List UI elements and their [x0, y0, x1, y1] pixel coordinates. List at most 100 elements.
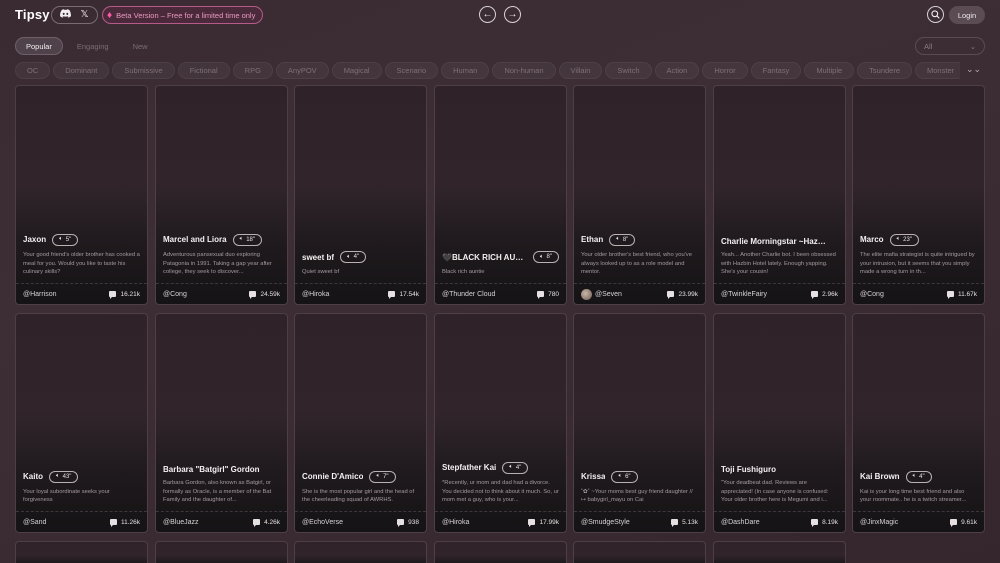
- creator[interactable]: @BlueJazz: [163, 519, 199, 526]
- card-footer: @SmudgeStyle 5.13k: [574, 511, 705, 532]
- card-footer: @TwinkleFairy 2.96k: [714, 283, 845, 304]
- category-chip[interactable]: Action: [654, 62, 700, 79]
- voice-badge[interactable]: 🔈︎ 5": [52, 233, 79, 246]
- tab-popular[interactable]: Popular: [15, 37, 63, 55]
- character-card[interactable]: 🖤BLACK RICH AUNTIE🖤 🔈︎8" Black rich aunt…: [434, 85, 567, 305]
- category-chip[interactable]: OC: [15, 62, 51, 79]
- chat-icon: [249, 291, 257, 299]
- card-description: Your good friend's older brother has coo…: [23, 251, 140, 276]
- character-card[interactable]: [15, 541, 148, 563]
- creator[interactable]: @Thunder Cloud: [442, 291, 495, 298]
- top-bar: Tipsy 𝕏 ♦ Beta Version – Free for a limi…: [0, 0, 1000, 30]
- creator[interactable]: @DashDare: [721, 519, 760, 526]
- creator[interactable]: @Sand: [23, 519, 46, 526]
- creator[interactable]: @SmudgeStyle: [581, 519, 630, 526]
- character-card[interactable]: [155, 541, 288, 563]
- voice-badge[interactable]: 🔈︎ 6": [611, 470, 638, 483]
- discord-icon[interactable]: [60, 9, 72, 21]
- x-icon[interactable]: 𝕏: [80, 10, 88, 20]
- category-chip[interactable]: Switch: [605, 62, 652, 79]
- category-chip[interactable]: Villain: [558, 62, 603, 79]
- character-card[interactable]: sweet bf 🔈︎ 4" Quiet sweet bf @Hiroka 17.…: [294, 85, 427, 305]
- category-chip[interactable]: Non-human: [492, 62, 556, 79]
- character-card[interactable]: Charlie Morningstar ~Hazbin Hotel~ Yeah.…: [713, 85, 846, 305]
- character-card[interactable]: Jaxon 🔈︎ 5" Your good friend's older brot…: [15, 85, 148, 305]
- card-footer: @DashDare 8.19k: [714, 511, 845, 532]
- character-card[interactable]: Barbara "Batgirl" Gordon Barbara Gordon,…: [155, 313, 288, 533]
- category-chip[interactable]: Dominant: [53, 62, 110, 79]
- creator[interactable]: @TwinkleFairy: [721, 291, 767, 298]
- logo[interactable]: Tipsy: [15, 7, 50, 22]
- card-title: Kai Brown: [860, 472, 900, 482]
- character-card[interactable]: Kaito 🔈︎ 43" Your loyal subordinate seeks…: [15, 313, 148, 533]
- speaker-icon: 🔈︎: [912, 473, 917, 480]
- search-icon: [931, 10, 940, 19]
- category-chip[interactable]: Scenario: [384, 62, 439, 79]
- character-card[interactable]: [713, 541, 846, 563]
- voice-badge[interactable]: 🔈︎ 18": [232, 233, 262, 246]
- beta-badge: ♦ Beta Version – Free for a limited time…: [102, 6, 264, 24]
- character-card[interactable]: Marcel and Liora 🔈︎ 18" Adventurous panse…: [155, 85, 288, 305]
- category-chip[interactable]: RPG: [232, 62, 273, 79]
- filter-select[interactable]: All ⌄: [915, 37, 985, 55]
- creator[interactable]: @Harrison: [23, 291, 57, 298]
- creator[interactable]: @Hiroka: [442, 519, 469, 526]
- card-description: Quiet sweet bf: [302, 269, 340, 276]
- card-title: 🖤BLACK RICH AUNTIE🖤: [442, 252, 527, 262]
- tab-new[interactable]: New: [123, 37, 158, 55]
- category-chip[interactable]: Fictional: [177, 62, 230, 79]
- category-chip[interactable]: Tsundere: [857, 62, 913, 79]
- voice-badge[interactable]: 🔈︎ 8": [532, 251, 559, 264]
- character-card[interactable]: Connie D'Amico 🔈︎ 7" She is the most popu…: [294, 313, 427, 533]
- card-title: Barbara "Batgirl" Gordon: [163, 464, 260, 474]
- category-chip[interactable]: Multiple: [804, 62, 855, 79]
- character-card[interactable]: Marco 🔈︎ 23" The elite mafia strategist i…: [852, 85, 985, 305]
- chat-icon: [397, 519, 405, 527]
- voice-badge[interactable]: 🔈︎ 4": [905, 470, 932, 483]
- creator[interactable]: @Cong: [860, 291, 884, 298]
- category-chip[interactable]: Human: [441, 62, 490, 79]
- search-button[interactable]: [927, 6, 944, 23]
- category-chip[interactable]: Submissive: [112, 62, 175, 79]
- tab-engaging[interactable]: Engaging: [67, 37, 119, 55]
- category-chip[interactable]: Fantasy: [750, 62, 802, 79]
- card-title: Marco: [860, 235, 884, 245]
- character-card[interactable]: Kai Brown 🔈︎ 4" Kai is your long time bes…: [852, 313, 985, 533]
- card-footer: @Seven 23.99k: [574, 283, 705, 304]
- chat-icon: [667, 291, 675, 299]
- voice-badge[interactable]: 🔈︎ 4": [340, 251, 367, 264]
- category-chip[interactable]: Monster: [915, 62, 960, 79]
- creator[interactable]: @JinxMagic: [860, 519, 898, 526]
- category-chip[interactable]: Magical: [331, 62, 382, 79]
- chat-count: 17.54k: [388, 291, 419, 299]
- voice-badge[interactable]: 🔈︎ 7": [369, 470, 396, 483]
- voice-badge[interactable]: 🔈︎ 8": [609, 233, 636, 246]
- expand-chevron-icon[interactable]: ⌄⌄: [966, 64, 981, 75]
- character-card[interactable]: [294, 541, 427, 563]
- character-card[interactable]: Ethan 🔈︎ 8" Your older brother's best fri…: [573, 85, 706, 305]
- character-card[interactable]: Toji Fushiguro "Your deadbeat dad. Revie…: [713, 313, 846, 533]
- character-card[interactable]: Krissa 🔈︎ 6" ˚✿˚ ~Your moms best guy frie…: [573, 313, 706, 533]
- avatar: [581, 288, 592, 300]
- login-button[interactable]: Login: [949, 6, 985, 24]
- voice-badge[interactable]: 🔈︎ 4": [502, 461, 529, 474]
- category-chip[interactable]: Horror: [702, 62, 748, 79]
- character-card[interactable]: Stepfather Kai 🔈︎ 4" *Recently, ur mom an…: [434, 313, 567, 533]
- speaker-icon: 🔈︎: [56, 473, 60, 480]
- prev-button[interactable]: ←: [479, 6, 496, 23]
- character-card[interactable]: [434, 541, 567, 563]
- category-chip[interactable]: AnyPOV: [275, 62, 329, 79]
- card-title: Ethan: [581, 235, 604, 245]
- creator[interactable]: @Cong: [163, 291, 187, 298]
- creator[interactable]: @EchoVerse: [302, 519, 343, 526]
- chat-icon: [253, 519, 261, 527]
- character-card[interactable]: [573, 541, 706, 563]
- voice-badge[interactable]: 🔈︎ 23": [889, 233, 919, 246]
- chat-count: 9.61k: [950, 519, 977, 527]
- voice-badge[interactable]: 🔈︎ 43": [49, 470, 79, 483]
- card-description: Black rich auntie: [442, 269, 485, 276]
- creator[interactable]: @Seven: [581, 288, 622, 300]
- next-button[interactable]: →: [504, 6, 521, 23]
- creator[interactable]: @Hiroka: [302, 291, 329, 298]
- card-description: She is the most popular girl and the hea…: [302, 488, 415, 504]
